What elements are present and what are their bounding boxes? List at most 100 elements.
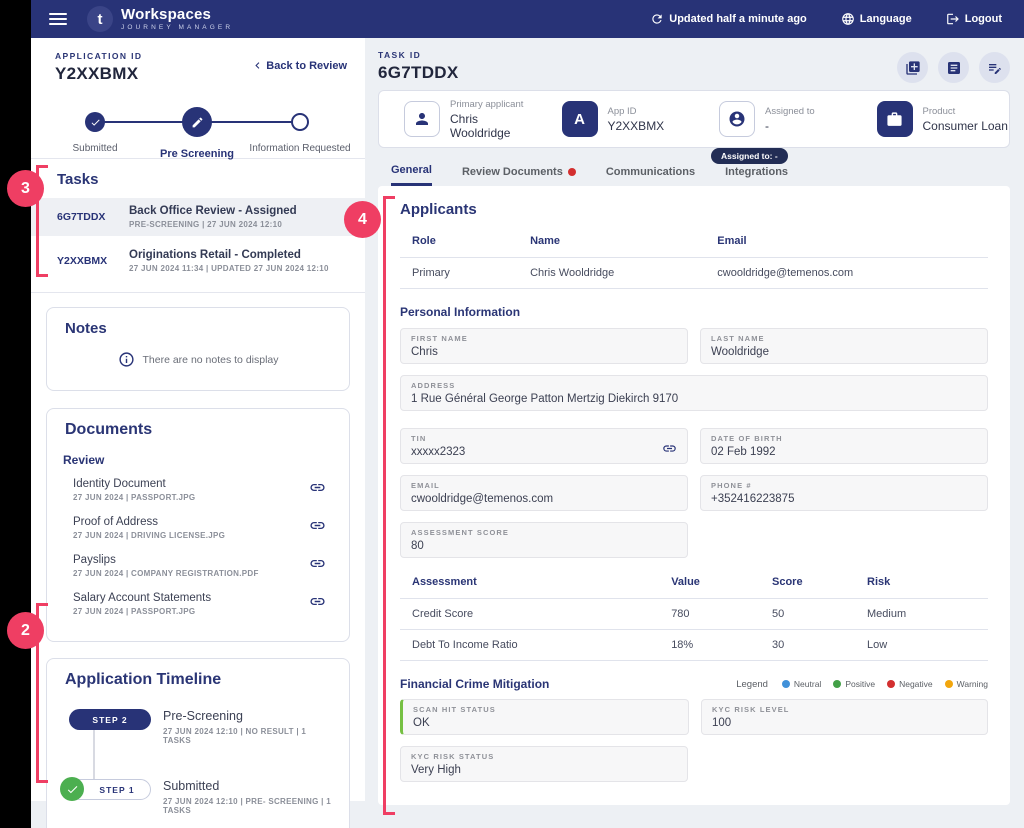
notification-dot bbox=[568, 168, 576, 176]
task-title: Originations Retail - Completed bbox=[129, 249, 329, 261]
assessment-score-field[interactable]: ASSESSMENT SCORE 80 bbox=[400, 522, 688, 558]
task-id-label: TASK ID bbox=[378, 50, 459, 60]
assessment-row-dti: Debt To Income Ratio 18% 30 Low bbox=[400, 630, 988, 660]
info-label: App ID bbox=[608, 106, 665, 117]
refresh-icon bbox=[650, 12, 664, 26]
general-tab-content: Applicants Role Name Email Primary Chris… bbox=[378, 186, 1010, 805]
address-field[interactable]: ADDRESS 1 Rue Général George Patton Mert… bbox=[400, 375, 988, 411]
annotation-marker-2: 2 bbox=[7, 612, 44, 649]
step-submitted-icon[interactable] bbox=[85, 112, 105, 132]
legend-warning: Warning bbox=[945, 679, 988, 689]
info-label: Assigned to bbox=[765, 106, 815, 117]
fcm-title: Financial Crime Mitigation bbox=[400, 677, 549, 691]
document-title: Proof of Address bbox=[73, 516, 309, 528]
step-label-prescreening: Pre Screening bbox=[160, 148, 234, 160]
assigned-to-tooltip: Assigned to: - bbox=[711, 148, 788, 164]
document-link-icon[interactable] bbox=[309, 593, 333, 615]
kyc-risk-level-field[interactable]: KYC RISK LEVEL 100 bbox=[701, 699, 988, 735]
task-row-6g7tddx[interactable]: 6G7TDDX Back Office Review - Assigned PR… bbox=[31, 198, 365, 236]
task-tabs: General Review Documents Communications … bbox=[378, 164, 1010, 186]
pencil-icon bbox=[191, 116, 204, 129]
document-link-icon[interactable] bbox=[309, 517, 333, 539]
task-panel: TASK ID 6G7TDDX Pr bbox=[365, 38, 1024, 828]
fcm-legend: Legend Neutral Positive Negative Warning bbox=[736, 679, 988, 690]
menu-icon[interactable] bbox=[49, 13, 67, 25]
person-icon bbox=[404, 101, 440, 137]
app-title: Workspaces bbox=[121, 7, 233, 22]
refresh-status[interactable]: Updated half a minute ago bbox=[650, 12, 807, 26]
edit-note-button[interactable] bbox=[979, 52, 1010, 83]
timeline-step-meta: 27 JUN 2024 12:10 | PRE- SCREENING | 1 T… bbox=[163, 797, 333, 815]
duplicate-add-icon bbox=[905, 60, 921, 76]
date-of-birth-field[interactable]: DATE OF BIRTH 02 Feb 1992 bbox=[700, 428, 988, 464]
email-field[interactable]: EMAIL cwooldridge@temenos.com bbox=[400, 475, 688, 511]
divider bbox=[31, 292, 365, 293]
task-title: Back Office Review - Assigned bbox=[129, 205, 297, 217]
application-timeline-card: Application Timeline STEP 2 Pre-Screenin… bbox=[46, 658, 350, 828]
check-icon bbox=[90, 117, 101, 128]
task-meta: 27 JUN 2024 11:34 | UPDATED 27 JUN 2024 … bbox=[129, 264, 329, 273]
first-name-field[interactable]: FIRST NAME Chris bbox=[400, 328, 688, 364]
globe-icon bbox=[841, 12, 855, 26]
tab-communications[interactable]: Communications bbox=[606, 164, 695, 186]
briefcase-icon bbox=[877, 101, 913, 137]
legend-neutral: Neutral bbox=[782, 679, 821, 689]
step-badge: STEP 2 bbox=[69, 709, 151, 730]
assigned-to-item[interactable]: Assigned to - bbox=[694, 101, 852, 137]
step-prescreening-icon[interactable] bbox=[182, 107, 212, 137]
document-item: Identity Document 27 JUN 2024 | PASSPORT… bbox=[63, 471, 333, 509]
document-item: Salary Account Statements 27 JUN 2024 | … bbox=[63, 585, 333, 623]
legend-negative: Negative bbox=[887, 679, 933, 689]
document-view-button[interactable] bbox=[938, 52, 969, 83]
brand-logo: t bbox=[87, 6, 113, 32]
task-id: 6G7TDDX bbox=[57, 211, 129, 223]
documents-title: Documents bbox=[63, 421, 333, 439]
logout-icon bbox=[946, 12, 960, 26]
kyc-risk-status-field[interactable]: KYC RISK STATUS Very High bbox=[400, 746, 688, 782]
page: t Workspaces JOURNEY MANAGER Updated hal… bbox=[0, 0, 1024, 828]
application-id-label: APPLICATION ID bbox=[55, 51, 142, 61]
language-button[interactable]: Language bbox=[841, 12, 912, 26]
timeline-step-2: STEP 2 Pre-Screening 27 JUN 2024 12:10 |… bbox=[63, 709, 333, 745]
phone-field[interactable]: PHONE # +352416223875 bbox=[700, 475, 988, 511]
tin-field[interactable]: TIN xxxxx2323 bbox=[400, 428, 688, 464]
info-value: Y2XXBMX bbox=[608, 119, 665, 133]
info-icon bbox=[118, 351, 135, 368]
back-link-label: Back to Review bbox=[266, 60, 347, 72]
last-name-field[interactable]: LAST NAME Wooldridge bbox=[700, 328, 988, 364]
duplicate-button[interactable] bbox=[897, 52, 928, 83]
logout-button[interactable]: Logout bbox=[946, 12, 1002, 26]
primary-applicant-item: Primary applicant Chris Wooldridge bbox=[379, 99, 537, 140]
applicants-title: Applicants bbox=[400, 201, 988, 218]
tasks-title: Tasks bbox=[31, 171, 365, 188]
scan-hit-status-field[interactable]: SCAN HIT STATUS OK bbox=[400, 699, 689, 735]
step-information-requested-icon[interactable] bbox=[291, 113, 309, 131]
letter-a-icon: A bbox=[562, 101, 598, 137]
notes-card: Notes There are no notes to display bbox=[46, 307, 350, 391]
updated-label: Updated half a minute ago bbox=[669, 13, 807, 25]
document-link-icon[interactable] bbox=[309, 555, 333, 577]
task-row-y2xxbmx[interactable]: Y2XXBMX Originations Retail - Completed … bbox=[31, 242, 365, 280]
back-to-review-link[interactable]: Back to Review bbox=[251, 59, 347, 72]
info-value: Consumer Loan bbox=[923, 119, 1008, 133]
personal-information-title: Personal Information bbox=[400, 305, 988, 319]
step-label-submitted: Submitted bbox=[72, 143, 117, 154]
document-title: Identity Document bbox=[73, 478, 309, 490]
document-meta: 27 JUN 2024 | PASSPORT.JPG bbox=[73, 607, 309, 616]
product-item: Product Consumer Loan bbox=[852, 101, 1010, 137]
document-link-icon[interactable] bbox=[309, 479, 333, 501]
tab-general[interactable]: General bbox=[391, 164, 432, 186]
document-title: Payslips bbox=[73, 554, 309, 566]
document-meta: 27 JUN 2024 | PASSPORT.JPG bbox=[73, 493, 309, 502]
application-id-value: Y2XXBMX bbox=[55, 64, 142, 84]
task-id-block: TASK ID 6G7TDDX bbox=[378, 50, 459, 83]
notes-title: Notes bbox=[63, 320, 333, 337]
link-icon[interactable] bbox=[662, 441, 677, 461]
document-item: Payslips 27 JUN 2024 | COMPANY REGISTRAT… bbox=[63, 547, 333, 585]
documents-group-review: Review bbox=[63, 453, 333, 467]
tab-integrations[interactable]: Integrations bbox=[725, 164, 788, 186]
app-id-item: A App ID Y2XXBMX bbox=[537, 101, 695, 137]
tab-review-documents[interactable]: Review Documents bbox=[462, 164, 576, 186]
task-id-value: 6G7TDDX bbox=[378, 63, 459, 83]
person-circle-icon bbox=[719, 101, 755, 137]
